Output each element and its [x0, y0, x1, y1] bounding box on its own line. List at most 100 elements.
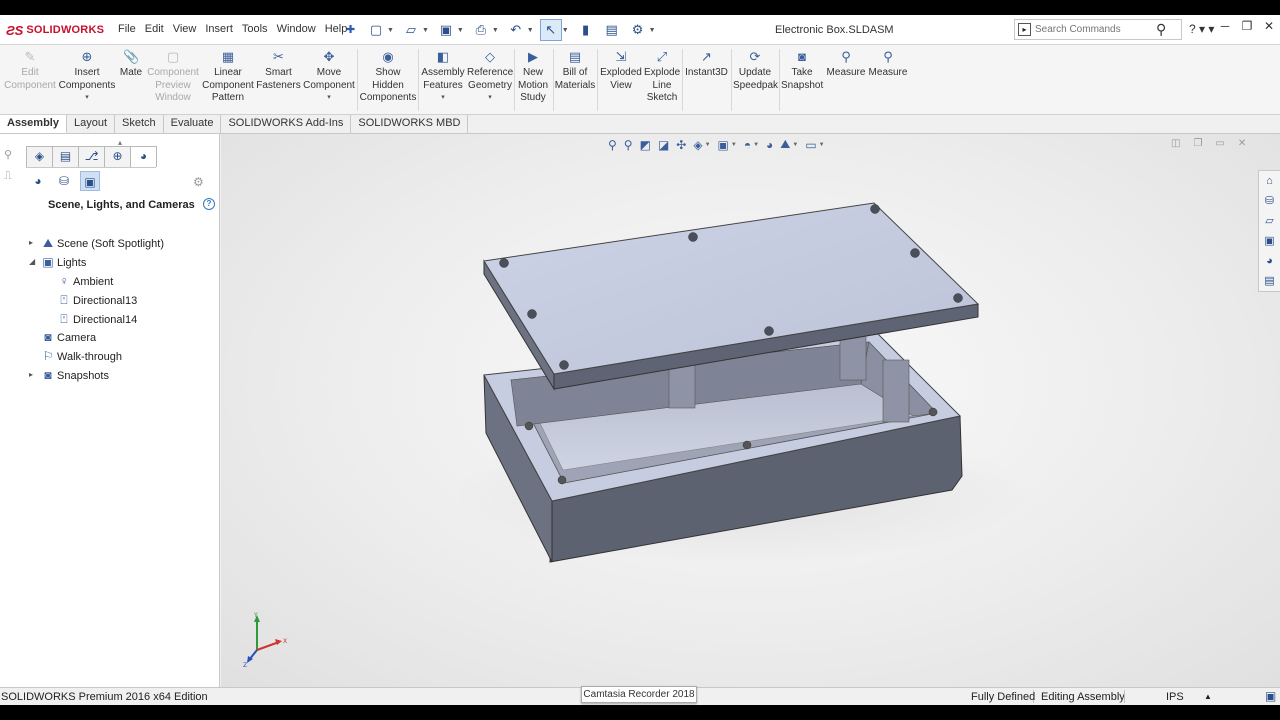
tab-assembly[interactable]: Assembly [0, 115, 67, 133]
chevron-down-icon[interactable]: ▼ [705, 142, 711, 148]
close-icon[interactable]: ✕ [1258, 19, 1280, 33]
viewport-split-icon[interactable]: ◫ [1171, 138, 1180, 149]
undo-icon[interactable]: ↶ [505, 19, 527, 41]
component-preview-window-button[interactable]: ▢ Component Preview Window [146, 49, 200, 105]
chevron-down-icon[interactable]: ▾ [420, 92, 466, 105]
expand-arrow-icon[interactable]: ▸ [29, 370, 33, 379]
apply-scene-icon[interactable]: ⛰ [780, 137, 790, 152]
tree-item-lights[interactable]: ◢ ▣ Lights [0, 254, 218, 273]
insert-components-button[interactable]: ⊕ Insert Components ▾ [58, 49, 116, 105]
save-dropdown-icon[interactable]: ▼ [457, 27, 464, 34]
hide-show-items-icon[interactable]: ◓ [744, 138, 751, 152]
appearances-icon[interactable]: ◕ [28, 171, 48, 191]
previous-view-icon[interactable]: ◩ [640, 138, 651, 152]
electronic-box-model[interactable] [221, 134, 1280, 687]
solidworks-resources-icon[interactable]: ⌂ [1259, 171, 1280, 191]
print-dropdown-icon[interactable]: ▼ [492, 27, 499, 34]
tab-sketch[interactable]: Sketch [115, 115, 164, 133]
new-document-icon[interactable]: ▢ [365, 19, 387, 41]
viewport-close-icon[interactable]: ✕ [1238, 138, 1246, 149]
search-mode-icon[interactable]: ▸ [1018, 23, 1031, 36]
options-gear-icon[interactable]: ⚙ [627, 19, 649, 41]
tab-feature-tree-icon[interactable]: ◈ [26, 146, 53, 167]
assembly-features-button[interactable]: ◧ Assembly Features ▾ [420, 49, 466, 105]
menu-help[interactable]: Help [325, 23, 348, 35]
take-snapshot-button[interactable]: ◙ Take Snapshot [781, 49, 823, 92]
expand-arrow-icon[interactable]: ▸ [29, 238, 33, 247]
bill-of-materials-button[interactable]: ▤ Bill of Materials [554, 49, 596, 92]
restore-icon[interactable]: ❐ [1236, 19, 1258, 33]
appearances-scenes-icon[interactable]: ◕ [1259, 251, 1280, 271]
tab-solidworks-mbd[interactable]: SOLIDWORKS MBD [351, 115, 469, 133]
history-icon[interactable]: ⎍ [4, 170, 22, 192]
undo-dropdown-icon[interactable]: ▼ [527, 27, 534, 34]
menu-tools[interactable]: Tools [242, 23, 268, 35]
menu-edit[interactable]: Edit [145, 23, 164, 35]
show-hidden-components-button[interactable]: ◉ Show Hidden Components [359, 49, 417, 105]
measure-button[interactable]: ⚲ Measure [825, 49, 867, 80]
tab-dimxpert-icon[interactable]: ⊕ [104, 146, 131, 167]
chevron-down-icon[interactable]: ▼ [731, 142, 737, 148]
move-component-button[interactable]: ✥ Move Component ▾ [302, 49, 356, 105]
view-settings-icon[interactable]: ▭ [805, 138, 816, 152]
instant3d-button[interactable]: ↗ Instant3D [684, 49, 729, 80]
reference-geometry-button[interactable]: ◇ Reference Geometry ▾ [467, 49, 513, 105]
chevron-down-icon[interactable]: ▼ [792, 142, 798, 148]
new-motion-study-button[interactable]: ▶ New Motion Study [515, 49, 551, 105]
chevron-down-icon[interactable]: ▼ [753, 142, 759, 148]
smart-fasteners-button[interactable]: ✂ Smart Fasteners [256, 49, 301, 92]
open-folder-icon[interactable]: ▱ [400, 19, 422, 41]
filter-icon[interactable]: ⚲ [4, 148, 22, 170]
tab-layout[interactable]: Layout [67, 115, 116, 133]
tree-item-ambient[interactable]: ♀ Ambient [0, 273, 218, 292]
tab-property-manager-icon[interactable]: ▤ [52, 146, 79, 167]
units-selector[interactable]: IPS [1166, 691, 1184, 703]
menu-view[interactable]: View [173, 23, 197, 35]
graphics-area[interactable]: ⚲ ⚲ ◩ ◪ ✣ ◈ ▼ ▣ ▼ ◓ ▼ ◕ ⛰ ▼ ▭ ▼ ◫ ❐ ▭ ✕ ⌂ ⛁ ▱… [221, 134, 1280, 687]
tab-evaluate[interactable]: Evaluate [164, 115, 222, 133]
chevron-down-icon[interactable]: ▾ [58, 92, 116, 105]
tree-item-walk-through[interactable]: ⚐ Walk-through [0, 348, 218, 367]
units-up-icon[interactable]: ▲ [1204, 692, 1212, 701]
chevron-down-icon[interactable]: ▼ [819, 142, 825, 148]
chevron-down-icon[interactable]: ▾ [467, 92, 513, 105]
edit-component-button[interactable]: ✎ Edit Component [4, 49, 56, 92]
measure-button-2[interactable]: ⚲ Measure [867, 49, 909, 80]
linear-component-pattern-button[interactable]: ▦ Linear Component Pattern [201, 49, 255, 105]
custom-properties-icon[interactable]: ▤ [1259, 271, 1280, 291]
chat-bubble-icon[interactable]: ▣ [1265, 689, 1276, 703]
tab-solidworks-add-ins[interactable]: SOLIDWORKS Add-Ins [221, 115, 352, 133]
explode-line-sketch-button[interactable]: ⤢ Explode Line Sketch [644, 49, 680, 105]
section-view-icon[interactable]: ◪ [658, 138, 669, 152]
options-dropdown-icon[interactable]: ▼ [649, 27, 656, 34]
menu-file[interactable]: File [118, 23, 136, 35]
file-properties-icon[interactable]: ▤ [601, 19, 623, 41]
viewport-maximize-icon[interactable]: ▭ [1215, 138, 1224, 149]
tab-display-manager-icon[interactable]: ◕ [130, 146, 157, 167]
search-icon[interactable]: ⚲ [1156, 21, 1166, 38]
print-icon[interactable]: ⎙ [470, 19, 492, 41]
viewport-restore-icon[interactable]: ❐ [1193, 138, 1202, 149]
file-explorer-icon[interactable]: ▱ [1259, 211, 1280, 231]
camtasia-recorder-tooltip[interactable]: Camtasia Recorder 2018 [581, 686, 697, 703]
design-library-icon[interactable]: ⛁ [1259, 191, 1280, 211]
tree-item-directional14[interactable]: ⍞ Directional14 [0, 311, 218, 330]
solidworks-logo[interactable]: ƧS SOLIDWORKS [6, 19, 104, 41]
tab-configuration-manager-icon[interactable]: ⎇ [78, 146, 105, 167]
rebuild-icon[interactable]: ▮ [575, 19, 597, 41]
search-commands-input[interactable] [1035, 22, 1153, 37]
help-icon[interactable]: ? [203, 198, 215, 210]
decals-icon[interactable]: ⛁ [54, 171, 74, 191]
select-cursor-icon[interactable]: ↖ [539, 19, 562, 41]
collapse-arrow-icon[interactable]: ◢ [29, 257, 35, 266]
scene-lights-cameras-icon[interactable]: ▣ [80, 171, 100, 191]
edit-appearance-icon[interactable]: ◕ [766, 138, 773, 152]
panel-search-icon[interactable]: ⚙ [193, 175, 204, 189]
menu-window[interactable]: Window [277, 23, 316, 35]
update-speedpak-button[interactable]: ⟳ Update Speedpak [733, 49, 778, 92]
display-style-icon[interactable]: ▣ [718, 138, 729, 152]
tree-item-scene[interactable]: ▸ ⛰ Scene (Soft Spotlight) [0, 235, 218, 254]
view-orientation-icon[interactable]: ◈ [693, 138, 702, 152]
exploded-view-button[interactable]: ⇲ Exploded View [599, 49, 643, 92]
pin-menu-icon[interactable]: ✚ [346, 23, 355, 36]
